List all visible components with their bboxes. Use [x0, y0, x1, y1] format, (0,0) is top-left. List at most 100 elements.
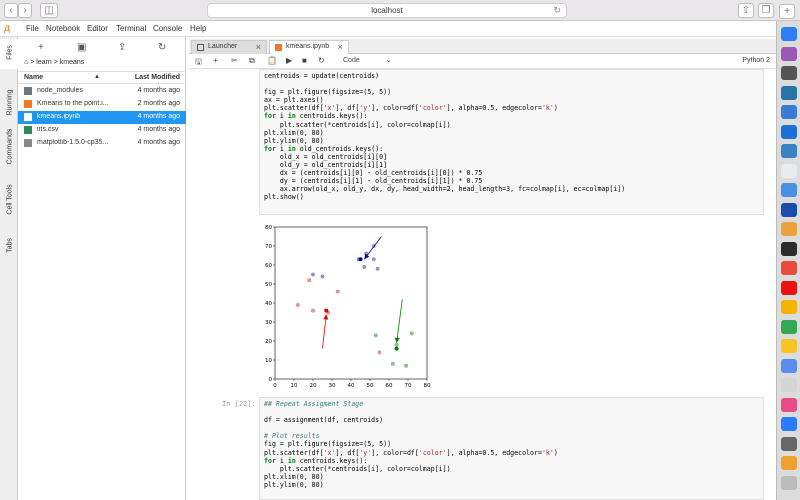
code-line: ## Repeat Assigment Stage [264, 400, 364, 408]
forward-button[interactable]: › [18, 3, 32, 18]
code-line: plt.ylim(0, 80) [264, 136, 324, 145]
dock-app-icon[interactable] [781, 339, 797, 353]
dock-app-icon[interactable] [781, 280, 797, 295]
file-modified: 4 months ago [137, 87, 180, 94]
dock-app-icon[interactable] [781, 222, 797, 236]
dock-app-icon[interactable] [781, 202, 797, 217]
dock-app-icon[interactable] [781, 436, 797, 451]
dock-app-icon[interactable] [781, 261, 797, 275]
restart-icon[interactable]: ↻ [318, 56, 325, 65]
scatter-point [335, 289, 340, 294]
dock-app-icon[interactable] [781, 163, 797, 178]
share-icon[interactable]: ⇧ [738, 3, 754, 18]
code-line: fig = plt.figure(figsize=(5, 5)) [264, 88, 392, 97]
code-line: ax.arrow(old_x, old_y, dx, dy, head_widt… [264, 185, 626, 194]
scatter-point [320, 274, 325, 279]
sidebar-tab-tabs[interactable]: Tabs [0, 232, 18, 262]
menu-console[interactable]: Console [153, 24, 182, 33]
upload-icon[interactable]: ⇪ [118, 42, 126, 53]
sidebar-tab-files[interactable]: Files [0, 39, 18, 69]
file-modified: 4 months ago [137, 139, 180, 146]
sidebar-tab-cell-tools[interactable]: Cell Tools [0, 182, 18, 222]
reload-icon[interactable]: ↻ [553, 4, 561, 17]
kernel-name[interactable]: Python 2 [742, 57, 770, 64]
menu-terminal[interactable]: Terminal [116, 24, 146, 33]
close-icon[interactable]: × [338, 41, 343, 53]
run-icon[interactable]: ▶ [286, 56, 292, 65]
menu-bar: д File Notebook Editor Terminal Console … [0, 21, 776, 37]
x-tick-label: 0 [273, 383, 277, 389]
y-tick-label: 80 [265, 225, 272, 231]
cell-prompt: In [22]: [222, 400, 256, 408]
column-name[interactable]: Name [24, 74, 43, 81]
notebook-panel[interactable]: centroids = update(centroids) fig = plt.… [189, 69, 776, 500]
insert-cell-icon[interactable]: + [213, 56, 218, 65]
scatter-point [311, 308, 315, 313]
dock-app-icon[interactable] [781, 144, 797, 158]
tab-launcher[interactable]: Launcher × [191, 40, 267, 54]
dock-app-icon[interactable] [781, 241, 797, 256]
menu-file[interactable]: File [26, 24, 39, 33]
cell-type-select[interactable]: Code ⌄ [343, 56, 392, 64]
centroid-point [394, 346, 399, 351]
y-tick-label: 20 [265, 339, 272, 345]
dock-app-icon[interactable] [781, 105, 797, 119]
column-last-modified[interactable]: Last Modified [135, 74, 180, 81]
refresh-icon[interactable]: ↻ [158, 42, 166, 53]
menu-notebook[interactable]: Notebook [46, 24, 80, 33]
sidebar-tab-running[interactable]: Running [0, 85, 18, 125]
document-tab-bar: Launcher × kmeans.ipynb × [189, 39, 776, 55]
file-row[interactable]: iris.csv 4 months ago [18, 124, 186, 137]
dock-app-icon[interactable] [781, 46, 797, 61]
dock-app-icon[interactable] [781, 417, 797, 431]
dock [776, 21, 800, 500]
tab-kmeans-notebook[interactable]: kmeans.ipynb × [269, 40, 349, 55]
menu-editor[interactable]: Editor [87, 24, 108, 33]
file-modified: 2 months ago [137, 100, 180, 107]
dock-app-icon[interactable] [781, 124, 797, 139]
paste-icon[interactable]: 📋 [267, 56, 277, 65]
new-folder-icon[interactable]: ▣ [77, 42, 86, 53]
stop-icon[interactable]: ■ [302, 56, 307, 65]
file-row[interactable]: Kmeans to the point.i... 2 months ago [18, 98, 186, 111]
tabs-overview-icon[interactable]: ❐ [758, 3, 774, 18]
copy-icon[interactable]: ⧉ [249, 56, 255, 66]
cut-icon[interactable]: ✂ [231, 56, 238, 65]
code-line: for i in old_centroids.keys(): [264, 144, 384, 153]
dock-app-icon[interactable] [781, 183, 797, 197]
code-line: plt.xlim(0, 80) [264, 128, 324, 137]
dock-app-icon[interactable] [781, 27, 797, 41]
new-tab-icon[interactable]: + [779, 4, 795, 19]
dock-app-icon[interactable] [781, 85, 797, 100]
centroid-point [358, 257, 363, 262]
sidebar-tab-commands[interactable]: Commands [0, 125, 18, 171]
notebook-toolbar: 🖫 + ✂ ⧉ 📋 ▶ ■ ↻ Code ⌄ Python 2 [189, 54, 776, 69]
dock-app-icon[interactable] [781, 456, 797, 470]
file-row[interactable]: matplotlib-1.5.0-cp35... 4 months ago [18, 137, 186, 150]
dock-app-icon[interactable] [781, 319, 797, 334]
menu-help[interactable]: Help [190, 24, 206, 33]
code-cell-2[interactable]: ## Repeat Assigment Stage df = assignmen… [259, 397, 764, 500]
dock-app-icon[interactable] [781, 66, 797, 80]
dock-app-icon[interactable] [781, 475, 797, 490]
y-tick-label: 50 [265, 282, 272, 288]
save-icon[interactable]: 🖫 [195, 56, 202, 70]
file-row[interactable]: node_modules 4 months ago [18, 85, 186, 98]
dock-app-icon[interactable] [781, 300, 797, 314]
y-tick-label: 0 [269, 377, 273, 383]
scatter-point [295, 302, 300, 307]
code-line: old_x = old_centroids[i][0] [264, 152, 388, 161]
close-icon[interactable]: × [256, 41, 261, 53]
dock-app-icon[interactable] [781, 378, 797, 392]
dock-app-icon[interactable] [781, 358, 797, 373]
sidebar-toggle-icon[interactable]: ◫ [40, 3, 58, 18]
address-bar[interactable]: localhost ↻ [207, 3, 567, 18]
chevron-down-icon: ⌄ [385, 57, 392, 64]
notebook-icon [275, 44, 282, 51]
file-row[interactable]: kmeans.ipynb 4 months ago [18, 111, 186, 124]
breadcrumb[interactable]: ⌂ > learn > kmeans [24, 59, 84, 66]
dock-app-icon[interactable] [781, 397, 797, 412]
code-cell-1[interactable]: centroids = update(centroids) fig = plt.… [259, 69, 764, 215]
back-button[interactable]: ‹ [4, 3, 18, 18]
new-launcher-icon[interactable]: + [38, 42, 44, 53]
